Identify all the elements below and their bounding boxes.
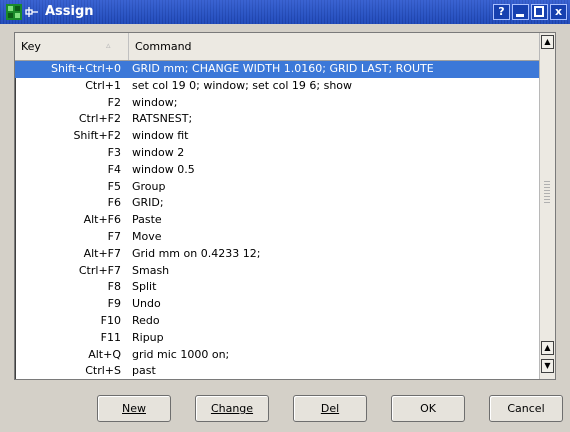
row-key: Ctrl+1 — [85, 78, 121, 92]
maximize-button[interactable] — [531, 4, 548, 20]
new-button-label: New — [122, 402, 146, 415]
table-row[interactable]: Ctrl+F7 Smash — [15, 263, 539, 280]
table-row[interactable]: F6 GRID; — [15, 195, 539, 212]
row-command: Redo — [132, 313, 160, 327]
row-command: Grid mm on 0.4233 12; — [132, 246, 261, 260]
table-row[interactable]: F5 Group — [15, 179, 539, 196]
column-header-command[interactable]: Command — [129, 33, 539, 60]
table-row[interactable]: F8 Split — [15, 279, 539, 296]
row-command: grid mic 1000 on; — [132, 347, 230, 361]
assignments-table[interactable]: Key ▵ Command Shift+Ctrl+0 GRID mm; CHANG… — [14, 32, 556, 380]
pin-icon[interactable] — [25, 4, 39, 20]
change-button[interactable]: Change — [195, 395, 269, 422]
column-header-key-label: Key — [21, 40, 41, 53]
sort-ascending-icon: ▵ — [106, 41, 111, 51]
row-command: GRID mm; CHANGE WIDTH 1.0160; GRID LAST;… — [132, 62, 434, 75]
table-row[interactable]: F10 Redo — [15, 313, 539, 330]
row-key: Alt+F7 — [83, 246, 121, 260]
row-key: Alt+Q — [88, 347, 121, 361]
row-command: Smash — [132, 263, 170, 277]
minimize-button[interactable] — [512, 4, 529, 20]
table-row[interactable]: F4 window 0.5 — [15, 162, 539, 179]
table-row[interactable]: Ctrl+F2 RATSNEST; — [15, 111, 539, 128]
app-icon — [6, 4, 22, 20]
row-command: past — [132, 364, 156, 378]
row-key: F6 — [107, 196, 121, 210]
row-key: F8 — [107, 280, 121, 294]
window-title: Assign — [45, 4, 94, 19]
table-body: Shift+Ctrl+0 GRID mm; CHANGE WIDTH 1.0160… — [15, 61, 539, 379]
row-command: window fit — [132, 129, 189, 143]
new-button[interactable]: New — [97, 395, 171, 422]
row-key: Ctrl+F7 — [78, 263, 121, 277]
scroll-up-button[interactable]: ▲ — [541, 35, 554, 49]
scroll-down-button[interactable]: ▼ — [541, 359, 554, 373]
row-key: F2 — [107, 95, 121, 109]
arrow-up-icon: ▲ — [544, 343, 551, 352]
maximize-icon — [534, 6, 544, 17]
row-command: Ripup — [132, 330, 164, 344]
table-row[interactable]: Ctrl+1 set col 19 0; window; set col 19 6… — [15, 78, 539, 95]
cancel-button-label: Cancel — [507, 402, 545, 415]
ok-button-label: OK — [420, 402, 436, 415]
table-row[interactable]: F9 Undo — [15, 296, 539, 313]
row-command: Paste — [132, 213, 162, 227]
table-row[interactable]: F3 window 2 — [15, 145, 539, 162]
table-row[interactable]: Shift+Ctrl+0 GRID mm; CHANGE WIDTH 1.0160… — [15, 61, 539, 78]
row-command: window 0.5 — [132, 162, 195, 176]
del-button-label: Del — [320, 402, 340, 415]
row-key: Ctrl+F2 — [78, 112, 121, 126]
scroll-thumb-grip[interactable] — [544, 181, 550, 205]
title-bar[interactable]: Assign ? x — [0, 0, 570, 24]
ok-button[interactable]: OK — [391, 395, 465, 422]
row-key: Shift+Ctrl+0 — [50, 62, 121, 75]
del-button[interactable]: Del — [293, 395, 367, 422]
table-header: Key ▵ Command — [15, 33, 539, 61]
cancel-button[interactable]: Cancel — [489, 395, 563, 422]
table-row[interactable]: Alt+Q grid mic 1000 on; — [15, 347, 539, 364]
change-button-label: Change — [210, 402, 254, 415]
row-command: RATSNEST; — [132, 112, 193, 126]
scroll-up-button-bottom[interactable]: ▲ — [541, 341, 554, 355]
row-command: Undo — [132, 297, 161, 311]
row-key: Alt+F6 — [83, 213, 121, 227]
table-row[interactable]: F11 Ripup — [15, 330, 539, 347]
arrow-down-icon: ▼ — [544, 361, 551, 370]
row-command: Split — [132, 280, 157, 294]
row-key: F4 — [107, 162, 121, 176]
row-command: Group — [132, 179, 166, 193]
close-button[interactable]: x — [550, 4, 567, 20]
table-row[interactable]: Alt+F6 Paste — [15, 212, 539, 229]
row-key: Ctrl+S — [85, 364, 121, 378]
row-command: Move — [132, 229, 162, 243]
row-key: F7 — [107, 229, 121, 243]
row-command: set col 19 0; window; set col 19 6; show — [132, 78, 353, 92]
row-command: GRID; — [132, 196, 164, 210]
row-key: F9 — [107, 297, 121, 311]
minimize-icon — [516, 14, 524, 17]
row-key: F11 — [100, 330, 121, 344]
row-key: Shift+F2 — [73, 129, 121, 143]
row-key: F3 — [107, 145, 121, 159]
table-row[interactable]: Shift+F2 window fit — [15, 128, 539, 145]
help-button[interactable]: ? — [493, 4, 510, 20]
column-header-command-label: Command — [135, 40, 192, 53]
row-key: F10 — [100, 313, 121, 327]
row-command: window 2 — [132, 145, 185, 159]
row-command: window; — [132, 95, 178, 109]
vertical-scrollbar[interactable]: ▲ ▲ ▼ — [539, 33, 555, 379]
table-row[interactable]: F2 window; — [15, 95, 539, 112]
row-key: F5 — [107, 179, 121, 193]
table-row[interactable]: F7 Move — [15, 229, 539, 246]
table-row[interactable]: Alt+F7 Grid mm on 0.4233 12; — [15, 246, 539, 263]
table-row[interactable]: Ctrl+S past — [15, 363, 539, 379]
arrow-up-icon: ▲ — [544, 37, 551, 46]
